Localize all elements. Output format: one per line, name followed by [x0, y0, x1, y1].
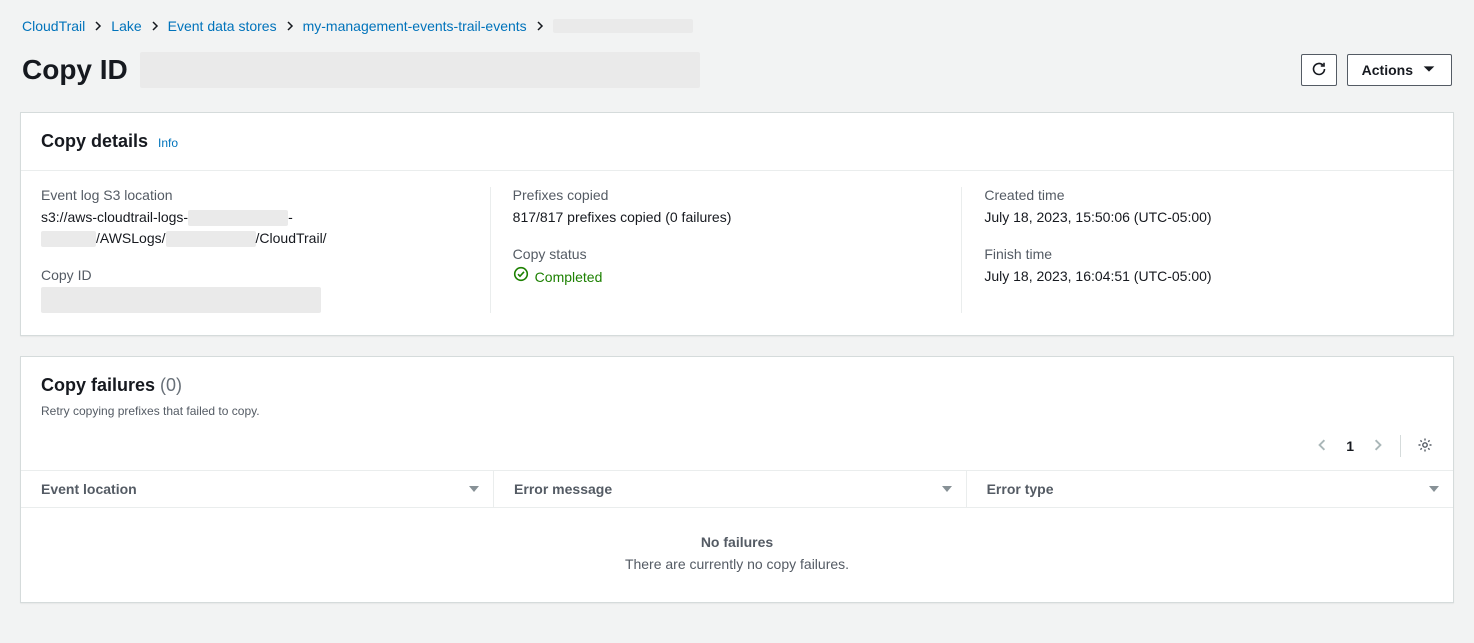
filter-icon	[942, 486, 952, 492]
table-empty-row: No failures There are currently no copy …	[21, 508, 1453, 603]
info-link[interactable]: Info	[158, 136, 178, 150]
created-time-value: July 18, 2023, 15:50:06 (UTC-05:00)	[984, 207, 1403, 228]
failures-toolbar: 1	[21, 424, 1453, 470]
filter-icon	[1429, 486, 1439, 492]
empty-description: There are currently no copy failures.	[21, 556, 1453, 572]
prefixes-copied-value: 817/817 prefixes copied (0 failures)	[513, 207, 932, 228]
copy-failures-panel: Copy failures (0) Retry copying prefixes…	[20, 356, 1454, 603]
copy-failures-subtitle: Retry copying prefixes that failed to co…	[21, 404, 1453, 424]
filter-icon	[469, 486, 479, 492]
chevron-right-icon	[285, 18, 295, 34]
chevron-right-icon	[93, 18, 103, 34]
copy-id-label: Copy ID	[41, 267, 460, 283]
finish-time-label: Finish time	[984, 246, 1403, 262]
breadcrumb-store[interactable]: my-management-events-trail-events	[303, 18, 527, 34]
table-settings-button[interactable]	[1411, 432, 1439, 460]
copy-details-heading: Copy details	[41, 131, 148, 152]
prefixes-copied-label: Prefixes copied	[513, 187, 932, 203]
gear-icon	[1417, 437, 1433, 456]
copy-status-label: Copy status	[513, 246, 932, 262]
failures-table: Event location Error message Error type …	[21, 470, 1453, 602]
copy-status-value: Completed	[513, 266, 603, 288]
status-success-icon	[513, 266, 529, 288]
chevron-right-icon	[1372, 439, 1384, 454]
copy-details-panel: Copy details Info Event log S3 location …	[20, 112, 1454, 336]
breadcrumb-lake[interactable]: Lake	[111, 18, 141, 34]
chevron-left-icon	[1316, 439, 1328, 454]
copy-id-redacted	[140, 52, 700, 88]
page-number: 1	[1340, 438, 1360, 454]
breadcrumb-current-redacted	[553, 19, 693, 33]
page-title: Copy ID	[22, 54, 128, 86]
page-prev-button[interactable]	[1308, 432, 1336, 460]
breadcrumb-event-data-stores[interactable]: Event data stores	[168, 18, 277, 34]
failures-count: (0)	[160, 375, 182, 395]
empty-title: No failures	[21, 534, 1453, 550]
redacted	[166, 231, 256, 247]
finish-time-value: July 18, 2023, 16:04:51 (UTC-05:00)	[984, 266, 1403, 287]
col-error-message[interactable]: Error message	[494, 471, 967, 508]
created-time-label: Created time	[984, 187, 1403, 203]
redacted	[188, 210, 288, 226]
actions-button[interactable]: Actions	[1347, 54, 1452, 86]
col-error-type[interactable]: Error type	[966, 471, 1453, 508]
page-header: Copy ID Actions	[0, 42, 1474, 112]
refresh-button[interactable]	[1301, 54, 1337, 86]
separator	[1400, 435, 1401, 457]
chevron-right-icon	[535, 18, 545, 34]
page-next-button[interactable]	[1364, 432, 1392, 460]
breadcrumb: CloudTrail Lake Event data stores my-man…	[0, 0, 1474, 42]
copy-id-value-redacted	[41, 287, 321, 313]
s3-location-value: s3://aws-cloudtrail-logs-- /AWSLogs//Clo…	[41, 207, 460, 249]
refresh-icon	[1311, 61, 1327, 80]
actions-label: Actions	[1362, 62, 1413, 78]
col-event-location[interactable]: Event location	[21, 471, 494, 508]
copy-failures-heading: Copy failures (0)	[41, 375, 182, 396]
chevron-right-icon	[150, 18, 160, 34]
caret-down-icon	[1421, 61, 1437, 80]
breadcrumb-cloudtrail[interactable]: CloudTrail	[22, 18, 85, 34]
redacted	[41, 231, 96, 247]
s3-location-label: Event log S3 location	[41, 187, 460, 203]
